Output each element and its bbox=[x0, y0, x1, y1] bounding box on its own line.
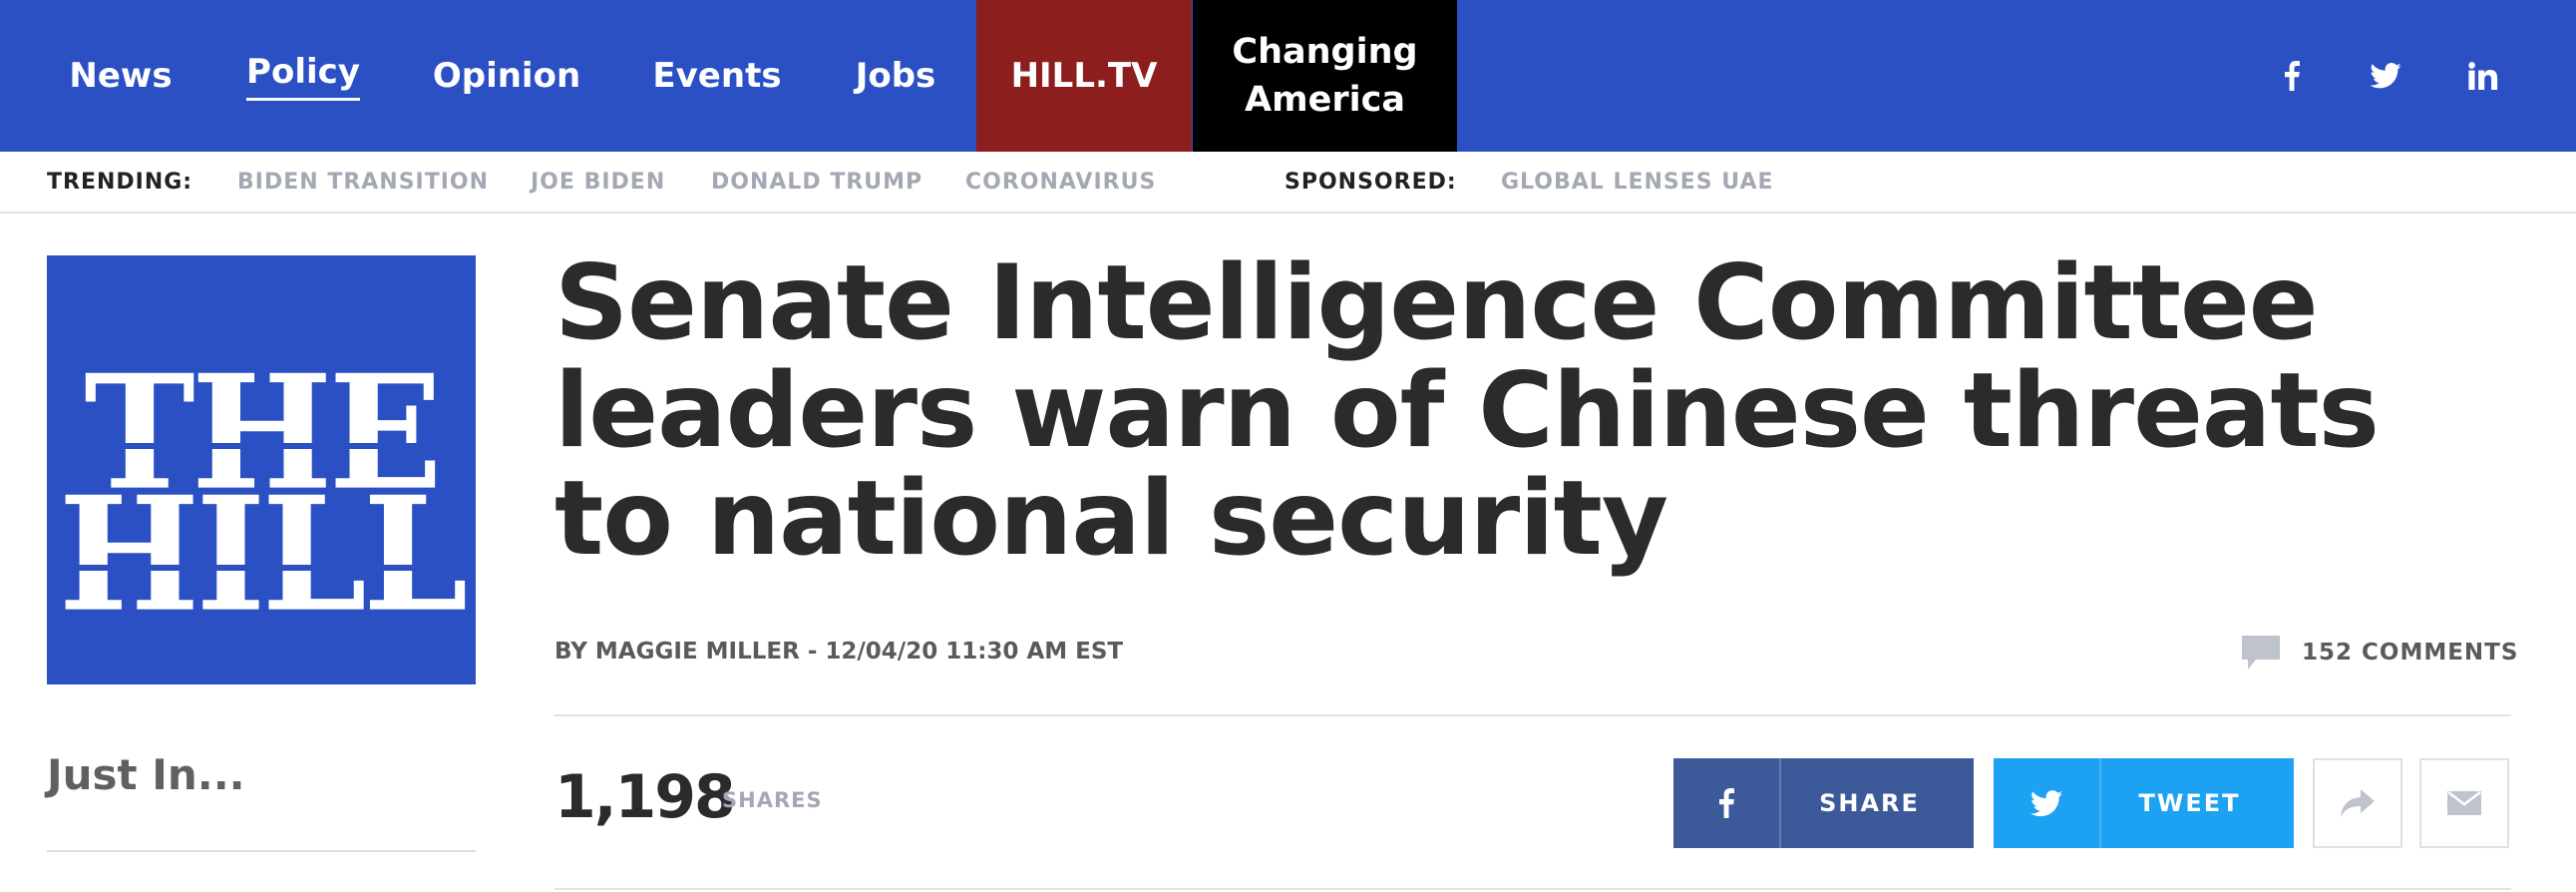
nav-item-label: Events bbox=[652, 56, 782, 96]
top-navigation: News Policy Opinion Events Jobs HILL.TV … bbox=[0, 0, 2576, 152]
nav-item-changing-america[interactable]: Changing America bbox=[1193, 0, 1457, 152]
shares-count: 1,198 bbox=[554, 762, 736, 832]
nav-item-label: Policy bbox=[246, 52, 360, 101]
twitter-tweet-button[interactable]: TWEET bbox=[1994, 758, 2294, 848]
nav-item-label: America bbox=[1245, 80, 1405, 120]
divider bbox=[554, 888, 2511, 890]
nav-item-label: Jobs bbox=[855, 56, 936, 96]
twitter-icon bbox=[1994, 758, 2101, 848]
share-arrow-icon bbox=[2341, 789, 2375, 817]
sponsored-label: SPONSORED: bbox=[1285, 170, 1457, 195]
the-hill-logo[interactable]: THE HILL bbox=[47, 255, 476, 684]
nav-item-label: News bbox=[69, 56, 173, 96]
divider bbox=[47, 850, 476, 852]
facebook-icon[interactable] bbox=[2262, 0, 2322, 152]
nav-item-label: HILL.TV bbox=[1010, 56, 1158, 96]
comments-count: 152 COMMENTS bbox=[2302, 640, 2519, 666]
trending-label: TRENDING: bbox=[47, 170, 193, 195]
just-in-heading: Just In... bbox=[47, 750, 245, 799]
nav-item-hilltv[interactable]: HILL.TV bbox=[976, 0, 1192, 152]
trending-link[interactable]: DONALD TRUMP bbox=[711, 152, 922, 214]
trending-link[interactable]: JOE BIDEN bbox=[531, 152, 665, 214]
nav-item-events[interactable]: Events bbox=[634, 0, 800, 152]
nav-item-opinion[interactable]: Opinion bbox=[409, 0, 604, 152]
logo-divider bbox=[67, 443, 456, 449]
logo-divider bbox=[67, 565, 456, 571]
email-button[interactable] bbox=[2419, 758, 2509, 848]
comments-link[interactable]: 152 COMMENTS bbox=[2242, 631, 2518, 674]
linkedin-icon[interactable] bbox=[2453, 0, 2513, 152]
nav-item-label: Changing bbox=[1232, 32, 1418, 72]
trending-link[interactable]: BIDEN TRANSITION bbox=[237, 152, 489, 214]
twitter-icon[interactable] bbox=[2356, 0, 2415, 152]
article-headline: Senate Intelligence Committee leaders wa… bbox=[554, 243, 2380, 579]
share-arrow-button[interactable] bbox=[2313, 758, 2402, 848]
tweet-button-label: TWEET bbox=[2138, 789, 2241, 817]
nav-item-label: Opinion bbox=[432, 56, 581, 96]
share-button-label: SHARE bbox=[1819, 789, 1920, 817]
trending-link[interactable]: CORONAVIRUS bbox=[965, 152, 1156, 214]
divider bbox=[554, 714, 2511, 716]
logo-text: HILL bbox=[58, 462, 469, 648]
nav-item-news[interactable]: News bbox=[40, 0, 201, 152]
nav-item-jobs[interactable]: Jobs bbox=[828, 0, 963, 152]
sponsored-link[interactable]: GLOBAL LENSES UAE bbox=[1501, 152, 1774, 214]
comment-icon bbox=[2242, 636, 2280, 669]
article-byline: BY MAGGIE MILLER - 12/04/20 11:30 AM EST bbox=[554, 639, 1124, 665]
facebook-share-button[interactable]: SHARE bbox=[1673, 758, 1974, 848]
shares-label: SHARES bbox=[722, 788, 823, 812]
nav-item-policy[interactable]: Policy bbox=[221, 0, 385, 152]
trending-bar: TRENDING: BIDEN TRANSITION JOE BIDEN DON… bbox=[0, 152, 2576, 214]
facebook-icon bbox=[1673, 758, 1781, 848]
email-icon bbox=[2447, 791, 2481, 815]
